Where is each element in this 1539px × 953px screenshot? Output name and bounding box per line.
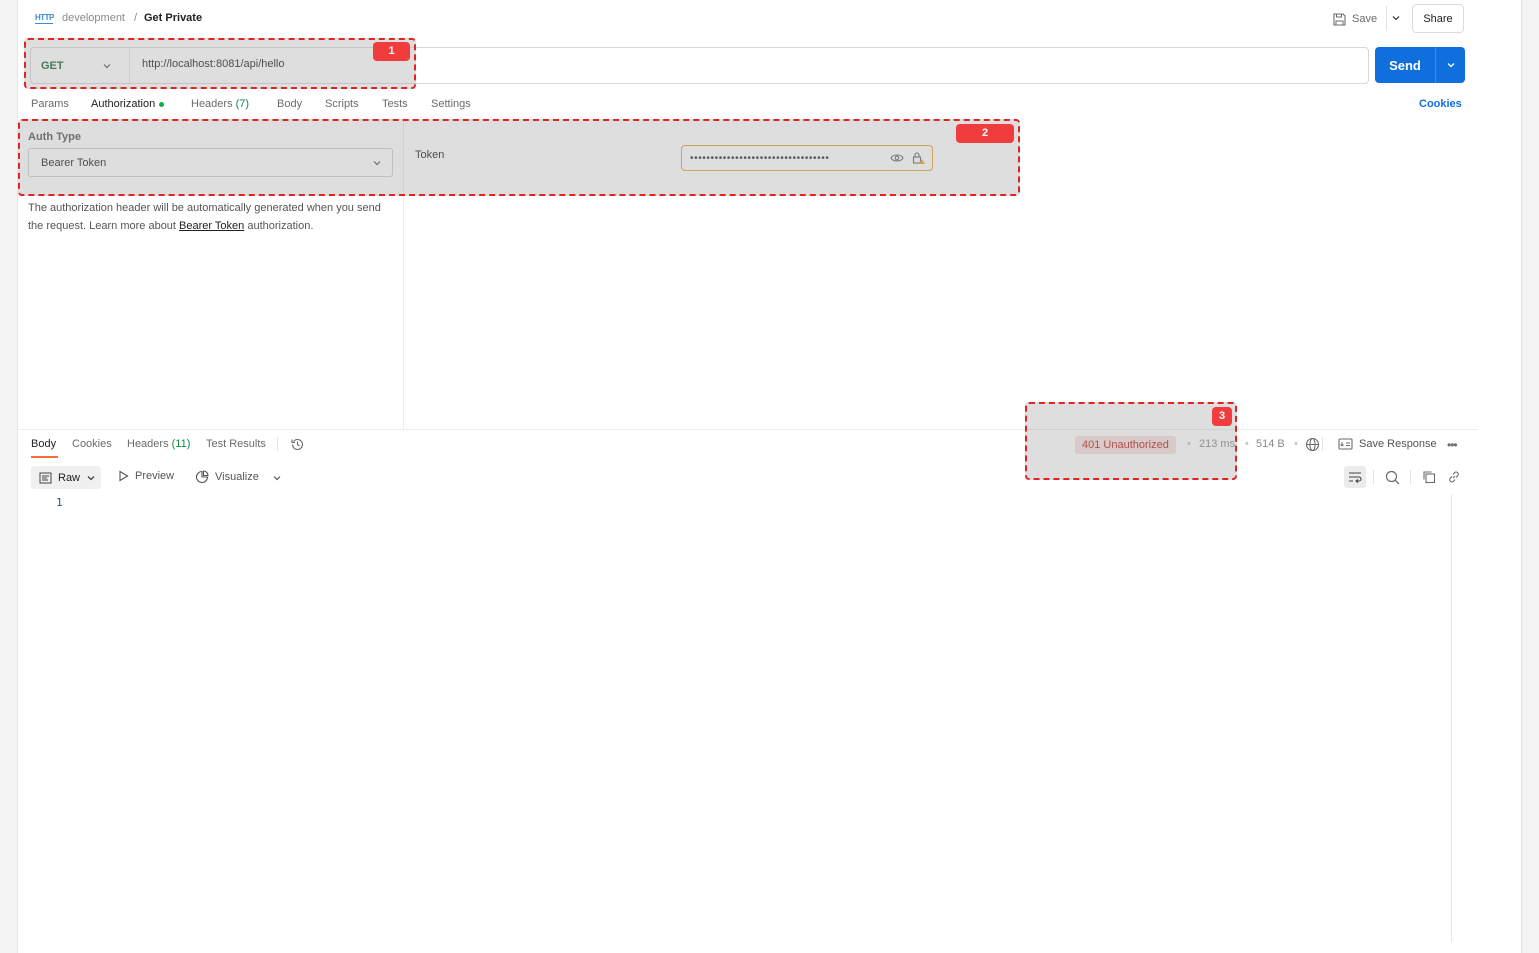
tab-settings[interactable]: Settings bbox=[431, 98, 471, 110]
save-options-chevron-icon[interactable] bbox=[1390, 12, 1402, 24]
tab-body[interactable]: Body bbox=[277, 98, 302, 110]
breadcrumb-separator: / bbox=[134, 12, 138, 24]
wrap-lines-icon bbox=[1348, 471, 1362, 483]
line-number: 1 bbox=[56, 496, 63, 509]
visualize-icon bbox=[195, 470, 209, 484]
more-options-icon[interactable]: ••• bbox=[1447, 438, 1458, 452]
annotation-box-3 bbox=[1025, 402, 1237, 480]
save-label: Save bbox=[1352, 13, 1378, 25]
active-dot-icon bbox=[159, 101, 165, 107]
bearer-token-link[interactable]: Bearer Token bbox=[179, 220, 244, 232]
save-divider bbox=[1386, 6, 1387, 31]
raw-format-icon bbox=[39, 472, 52, 484]
response-tab-body[interactable]: Body bbox=[31, 438, 56, 450]
send-label: Send bbox=[1389, 57, 1421, 73]
response-format-value: Raw bbox=[58, 471, 81, 484]
tab-tests[interactable]: Tests bbox=[382, 98, 408, 110]
meta-divider bbox=[1322, 437, 1323, 451]
response-format-chevron-icon bbox=[86, 473, 96, 483]
link-icon[interactable] bbox=[1446, 469, 1462, 485]
tab-authorization-label: Authorization bbox=[91, 98, 156, 110]
breadcrumb-workspace[interactable]: development bbox=[62, 12, 125, 24]
annotation-badge-1: 1 bbox=[373, 42, 410, 61]
panel-divider bbox=[18, 429, 1478, 430]
network-globe-icon[interactable] bbox=[1305, 437, 1320, 452]
save-icon bbox=[1333, 12, 1346, 26]
response-tab-headers[interactable]: Headers (11) bbox=[127, 438, 190, 450]
http-request-icon: HTTP bbox=[35, 13, 54, 24]
send-options-chevron-icon[interactable] bbox=[1436, 60, 1465, 70]
visualize-button[interactable]: Visualize bbox=[195, 470, 259, 484]
request-workspace: HTTP development / Get Private Save Shar… bbox=[17, 0, 1521, 953]
response-size[interactable]: 514 B bbox=[1256, 438, 1285, 450]
tab-headers-count: (7) bbox=[235, 98, 250, 110]
window-edge bbox=[1521, 0, 1539, 953]
save-response-label: Save Response bbox=[1359, 438, 1437, 450]
editor-scrollbar[interactable] bbox=[1451, 494, 1452, 942]
request-title[interactable]: Get Private bbox=[144, 12, 202, 24]
response-tab-headers-count: (11) bbox=[171, 438, 191, 450]
response-tab-test-results[interactable]: Test Results bbox=[206, 438, 266, 450]
save-button[interactable]: Save bbox=[1333, 5, 1377, 33]
tab-scripts[interactable]: Scripts bbox=[325, 98, 359, 110]
save-response-icon bbox=[1338, 438, 1353, 450]
visualize-chevron-icon[interactable] bbox=[272, 473, 282, 483]
response-format-select[interactable]: Raw bbox=[31, 466, 101, 489]
annotation-badge-3: 3 bbox=[1212, 407, 1232, 426]
toolbar-divider bbox=[1410, 470, 1411, 484]
meta-separator: • bbox=[1294, 438, 1298, 450]
search-icon[interactable] bbox=[1384, 469, 1400, 485]
tab-authorization[interactable]: Authorization bbox=[91, 98, 165, 110]
preview-button[interactable]: Preview bbox=[118, 470, 174, 482]
response-tab-active-indicator bbox=[31, 456, 58, 458]
send-button[interactable]: Send bbox=[1375, 47, 1465, 83]
copy-icon[interactable] bbox=[1421, 469, 1437, 485]
tab-headers-label: Headers bbox=[191, 98, 233, 110]
annotation-badge-2: 2 bbox=[956, 124, 1014, 143]
annotation-box-1 bbox=[24, 38, 416, 89]
cookies-link[interactable]: Cookies bbox=[1419, 98, 1462, 110]
save-response-button[interactable]: Save Response bbox=[1338, 430, 1437, 458]
share-button[interactable]: Share bbox=[1412, 4, 1464, 33]
tab-params[interactable]: Params bbox=[31, 98, 69, 110]
meta-separator: • bbox=[1245, 438, 1249, 450]
toolbar-divider bbox=[1373, 470, 1374, 484]
play-icon bbox=[118, 470, 129, 482]
auth-description-suffix: authorization. bbox=[244, 220, 314, 232]
history-icon[interactable] bbox=[290, 437, 305, 452]
tab-headers[interactable]: Headers (7) bbox=[191, 98, 249, 110]
response-tab-headers-label: Headers bbox=[127, 438, 169, 450]
response-tabs-divider bbox=[277, 437, 278, 451]
annotation-box-2 bbox=[18, 119, 1020, 196]
auth-description: The authorization header will be automat… bbox=[28, 199, 388, 235]
preview-label: Preview bbox=[135, 470, 175, 482]
visualize-label: Visualize bbox=[215, 471, 259, 483]
wrap-lines-button[interactable] bbox=[1344, 466, 1366, 488]
response-tab-cookies[interactable]: Cookies bbox=[72, 438, 112, 450]
